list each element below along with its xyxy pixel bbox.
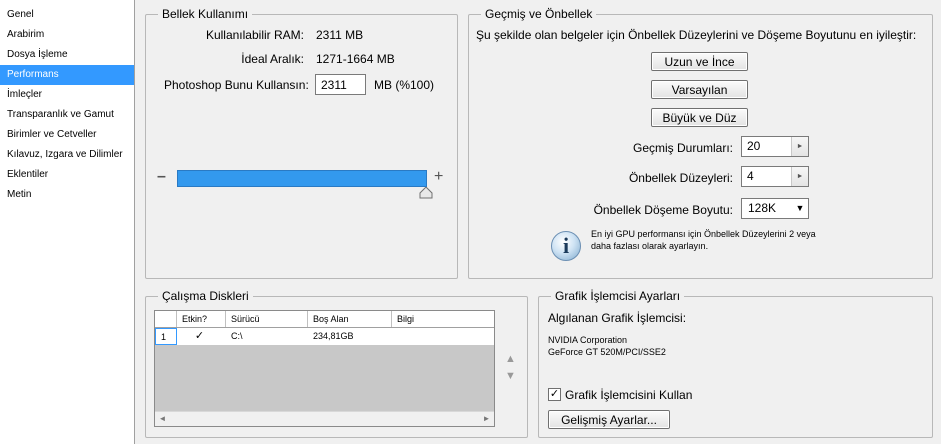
history-states-label: Geçmiş Durumları:: [632, 141, 733, 155]
tall-thin-button-label: Uzun ve İnce: [652, 53, 747, 70]
let-photoshop-use-label: Photoshop Bunu Kullansın:: [164, 78, 309, 92]
sidebar-item-general[interactable]: Genel: [0, 5, 134, 25]
use-gpu-checkbox[interactable]: ✓: [548, 388, 561, 401]
move-down-icon[interactable]: ▼: [505, 370, 516, 382]
row-active-check[interactable]: ✓: [177, 328, 226, 345]
history-states-arrow-icon[interactable]: ►: [791, 137, 808, 156]
row-number: 1: [155, 328, 177, 345]
sidebar-item-units-rulers[interactable]: Birimler ve Cetveller: [0, 125, 134, 145]
sidebar-item-file-handling[interactable]: Dosya İşleme: [0, 45, 134, 65]
history-states-value: 20: [747, 139, 761, 153]
memory-usage-input[interactable]: [315, 74, 366, 95]
chevron-down-icon: ▼: [795, 203, 805, 213]
big-flat-button-label: Büyük ve Düz: [652, 109, 747, 126]
memory-usage-title: Bellek Kullanımı: [158, 7, 253, 21]
scroll-right-icon[interactable]: ►: [479, 412, 494, 426]
header-rownum: [155, 311, 177, 327]
cache-levels-value: 4: [747, 169, 754, 183]
move-up-icon[interactable]: ▲: [505, 353, 516, 365]
scroll-left-icon[interactable]: ◄: [155, 412, 170, 426]
sidebar-item-guides-grid-slices[interactable]: Kılavuz, Izgara ve Dilimler: [0, 145, 134, 165]
row-info: [392, 328, 494, 345]
scratch-disks-title: Çalışma Diskleri: [158, 289, 253, 303]
available-ram-label: Kullanılabilir RAM:: [205, 28, 304, 42]
row-drive: C:\: [231, 331, 243, 341]
cache-tile-size-select[interactable]: 128K ▼: [741, 198, 809, 219]
cache-levels-label: Önbellek Düzeyleri:: [628, 171, 733, 185]
sidebar-item-performance[interactable]: Performans: [0, 65, 134, 85]
advanced-settings-button[interactable]: Gelişmiş Ayarlar...: [548, 410, 670, 429]
scratch-disks-table: Etkin? Sürücü Boş Alan Bilgi 1 ✓ C:\ 234…: [154, 310, 495, 427]
default-button-label: Varsayılan: [652, 81, 747, 98]
minus-icon: –: [157, 168, 166, 185]
table-header: Etkin? Sürücü Boş Alan Bilgi: [155, 311, 494, 328]
history-cache-title: Geçmiş ve Önbellek: [481, 7, 597, 21]
plus-icon: +: [434, 168, 444, 185]
cache-levels-stepper[interactable]: 4 ►: [741, 166, 809, 187]
cache-tile-size-value: 128K: [748, 201, 777, 215]
ideal-range-label: İdeal Aralık:: [241, 52, 304, 66]
memory-usage-suffix: MB (%100): [374, 78, 435, 92]
memory-slider-thumb[interactable]: [419, 187, 433, 199]
available-ram-value: 2311 MB: [316, 28, 364, 42]
header-info[interactable]: Bilgi: [392, 311, 494, 327]
cache-tile-size-label: Önbellek Döşeme Boyutu:: [593, 203, 733, 217]
gpu-settings-title: Grafik İşlemcisi Ayarları: [551, 289, 685, 303]
sidebar-item-transparency-gamut[interactable]: Transparanlık ve Gamut: [0, 105, 134, 125]
header-active[interactable]: Etkin?: [177, 311, 226, 327]
tall-thin-button[interactable]: Uzun ve İnce: [651, 52, 748, 71]
sidebar-item-interface[interactable]: Arabirim: [0, 25, 134, 45]
horizontal-scrollbar[interactable]: ◄ ►: [155, 411, 494, 426]
preferences-sidebar: Genel Arabirim Dosya İşleme Performans İ…: [0, 0, 135, 444]
sidebar-item-type[interactable]: Metin: [0, 185, 134, 205]
advanced-settings-label: Gelişmiş Ayarlar...: [549, 411, 669, 428]
use-gpu-label: Grafik İşlemcisini Kullan: [565, 388, 693, 402]
history-states-stepper[interactable]: 20 ►: [741, 136, 809, 157]
cache-levels-arrow-icon[interactable]: ►: [791, 167, 808, 186]
memory-slider-track[interactable]: [177, 170, 427, 187]
table-row[interactable]: 1 ✓ C:\ 234,81GB: [155, 328, 494, 345]
header-drive[interactable]: Sürücü: [226, 311, 308, 327]
sidebar-item-plugins[interactable]: Eklentiler: [0, 165, 134, 185]
detected-gpu-label: Algılanan Grafik İşlemcisi:: [548, 311, 687, 325]
gpu-model: GeForce GT 520M/PCI/SSE2: [548, 347, 666, 357]
row-free-space: 234,81GB: [313, 331, 354, 341]
checkmark-icon[interactable]: ✓: [193, 330, 206, 343]
sidebar-item-cursors[interactable]: İmleçler: [0, 85, 134, 105]
big-flat-button[interactable]: Büyük ve Düz: [651, 108, 748, 127]
ideal-range-value: 1271-1664 MB: [316, 52, 395, 66]
header-free-space[interactable]: Boş Alan: [308, 311, 392, 327]
history-cache-description: Şu şekilde olan belgeler için Önbellek D…: [476, 28, 917, 42]
default-button[interactable]: Varsayılan: [651, 80, 748, 99]
gpu-vendor: NVIDIA Corporation: [548, 335, 628, 345]
info-icon: i: [551, 231, 581, 261]
gpu-cache-hint: En iyi GPU performansı için Önbellek Düz…: [591, 229, 816, 251]
